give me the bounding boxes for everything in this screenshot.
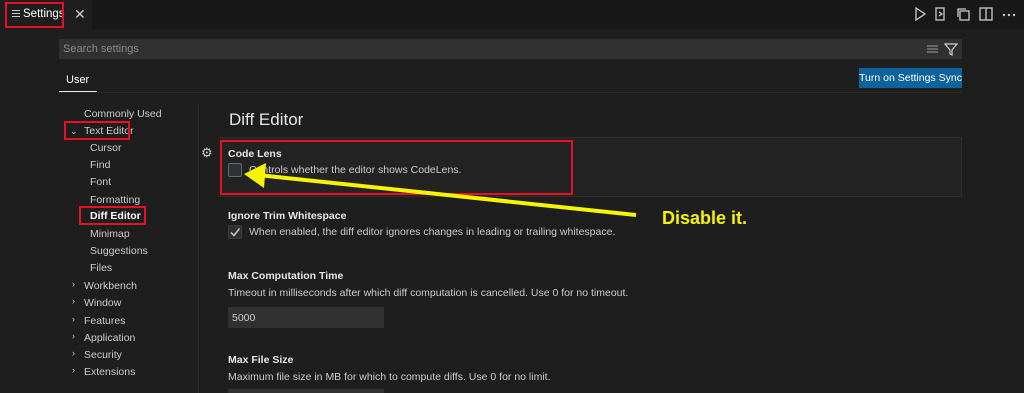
max-size-description: Maximum file size in MB for which to com… (228, 371, 551, 383)
chevron-right-icon[interactable]: › (72, 296, 75, 306)
text-editor-highlight-box (64, 121, 130, 140)
max-size-input[interactable] (228, 389, 384, 393)
chevron-right-icon[interactable]: › (72, 365, 75, 375)
max-time-description: Timeout in milliseconds after which diff… (228, 287, 629, 299)
diff-editor-highlight-box (79, 206, 146, 225)
toc-item-minimap[interactable]: Minimap (90, 228, 130, 240)
toc-item-extensions[interactable]: Extensions (84, 366, 135, 378)
toc-item-font[interactable]: Font (90, 176, 111, 188)
search-actions (926, 42, 959, 59)
annotation-text: Disable it. (662, 208, 748, 228)
chevron-right-icon[interactable]: › (72, 348, 75, 358)
editor-actions (914, 7, 1016, 23)
split-editor-icon[interactable] (979, 7, 993, 23)
max-time-input[interactable] (228, 307, 384, 328)
clear-filter-icon[interactable] (926, 42, 940, 59)
toc-item-security[interactable]: Security (84, 349, 122, 361)
toc-item-workbench[interactable]: Workbench (84, 280, 137, 292)
annotation-arrow-icon (244, 163, 637, 217)
open-json-icon[interactable] (935, 7, 947, 23)
tab-highlight-box (5, 2, 64, 28)
max-time-title: Max Computation Time (228, 270, 344, 282)
filter-icon[interactable] (943, 42, 959, 59)
tab-bar (0, 0, 1024, 30)
run-icon[interactable] (914, 7, 926, 23)
settings-sync-button[interactable]: Turn on Settings Sync (859, 68, 962, 88)
search-input[interactable] (59, 39, 919, 59)
gear-icon[interactable]: ⚙ (201, 145, 213, 161)
toc-divider (198, 103, 199, 393)
section-title: Diff Editor (229, 110, 304, 129)
toc-item-features[interactable]: Features (84, 315, 125, 327)
search-bar (59, 39, 962, 59)
close-icon[interactable]: ✕ (74, 6, 86, 23)
toc-item-application[interactable]: Application (84, 332, 135, 344)
toc-item-find[interactable]: Find (90, 159, 110, 171)
more-actions-icon[interactable] (1002, 7, 1016, 23)
max-size-title: Max File Size (228, 354, 294, 366)
toc-item-window[interactable]: Window (84, 297, 121, 309)
toc-item-cursor[interactable]: Cursor (90, 142, 122, 154)
user-scope-tab[interactable]: User (66, 74, 89, 86)
chevron-right-icon[interactable]: › (72, 331, 75, 341)
user-tab-underline (59, 91, 97, 92)
copy-icon[interactable] (956, 7, 970, 23)
toc-item-suggestions[interactable]: Suggestions (90, 245, 148, 257)
chevron-right-icon[interactable]: › (72, 279, 75, 289)
scope-separator (59, 92, 962, 93)
toc-item-formatting[interactable]: Formatting (90, 194, 140, 206)
toc-item-commonly-used[interactable]: Commonly Used (84, 108, 162, 120)
chevron-right-icon[interactable]: › (72, 314, 75, 324)
toc-item-files[interactable]: Files (90, 262, 112, 274)
